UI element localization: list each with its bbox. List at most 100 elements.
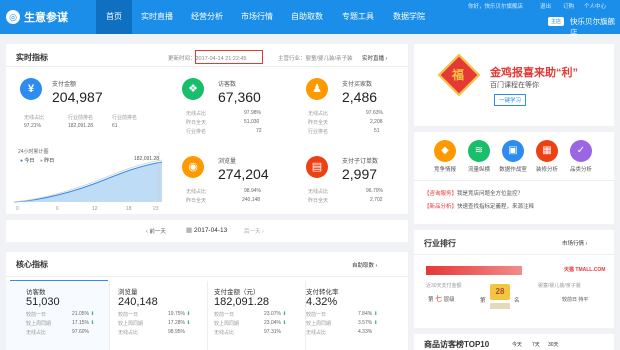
next-day-button[interactable]: 后一天 › xyxy=(244,227,264,235)
rank-title: 行业排行 xyxy=(424,239,456,248)
compare-label: 较上周同期 xyxy=(306,321,332,327)
metric-label-buyers: 支付买家数 xyxy=(342,82,373,88)
x-tick: 23 xyxy=(153,206,159,212)
metric-value-suborders: 2,997 xyxy=(342,166,378,182)
compare-value: 98.95% xyxy=(168,329,185,335)
sub-label: 昨日全天 xyxy=(308,120,329,126)
footprint-icon: ❖ xyxy=(182,78,204,100)
sub-value: 98.94% xyxy=(244,188,261,194)
core-value: 240,148 xyxy=(118,296,158,308)
core-label: 支付金额（元） xyxy=(214,289,260,296)
decoration-icon[interactable]: ▦ xyxy=(536,140,558,162)
user-icon: ♟ xyxy=(306,78,328,100)
order-link[interactable]: 订购 xyxy=(563,2,574,10)
level-text: 第 七 层级 xyxy=(428,296,455,303)
sub-label: 行业排名 xyxy=(186,129,207,135)
compare-label: 较上周同期 xyxy=(214,321,240,327)
tools-panel: ◆ 竞争情报 ≋ 流量纵横 ▣ 数据作战室 ▦ 装修分析 ✓ 品类分析 【咨询服… xyxy=(414,132,614,224)
down-arrow-icon: ⬇ xyxy=(186,320,191,326)
realtime-title: 实时指标 xyxy=(16,53,48,62)
logo[interactable]: ◎ 生意参谋 xyxy=(6,9,68,25)
promo-banner[interactable]: 福 金鸡报喜来助“利” 百门课程在等你 一键学习 xyxy=(414,44,614,126)
compare-label: 较前一日 xyxy=(306,312,327,318)
sub-value: 97.63% xyxy=(366,110,383,116)
promo-subtitle: 百门课程在等你 xyxy=(490,82,539,89)
nav-home[interactable]: 首页 xyxy=(96,0,132,34)
sub-value: 51 xyxy=(374,128,380,134)
industry-rank-panel: 行业排行 市场行情 › 天猫 TMALL.COM 近30天支付金额 婴童/婴儿装… xyxy=(414,230,614,328)
market-link[interactable]: 市场行情 › xyxy=(562,239,587,247)
core-label: 浏览量 xyxy=(118,289,138,296)
core-cell-payment[interactable]: 支付金额（元） 182,091.28 较前一日 23.07% ⬇ 较上周同期 2… xyxy=(208,281,306,350)
metric-label-visitors: 访客数 xyxy=(218,82,237,88)
logout-link[interactable]: 退出 xyxy=(540,2,551,10)
tool-label[interactable]: 流量纵横 xyxy=(463,165,495,173)
news-item[interactable]: 【咨询服务】我是竞店问题全方位监控？ xyxy=(424,189,523,197)
compare-value: 97.60% xyxy=(72,329,89,335)
down-arrow-icon: ⬇ xyxy=(373,320,378,326)
traffic-icon[interactable]: ≋ xyxy=(468,140,490,162)
down-arrow-icon: ⬇ xyxy=(90,320,95,326)
greeting-text: 你好，快乐贝尔旗舰店 xyxy=(468,4,524,10)
logo-icon: ◎ xyxy=(6,10,20,24)
compare-value: 7.84% ⬇ xyxy=(358,311,378,317)
metric-value-pageviews: 274,204 xyxy=(218,166,269,182)
shop-name[interactable]: 快乐贝尔旗舰店 xyxy=(570,16,620,38)
personal-center-link[interactable]: 个人中心 xyxy=(584,2,606,10)
compare-value: 4.33% xyxy=(358,329,373,335)
compare-label: 较前一日 xyxy=(26,312,47,318)
compare-label: 无线占比 xyxy=(118,330,139,336)
nav-self-query[interactable]: 自助取数 xyxy=(282,0,332,34)
prev-day-button[interactable]: ‹ 前一天 xyxy=(146,227,166,235)
redacted-shop-name xyxy=(426,266,522,275)
compare-label: 较前一日 xyxy=(118,312,139,318)
nav-business-analysis[interactable]: 经营分析 xyxy=(182,0,232,34)
nav-tools[interactable]: 专题工具 xyxy=(332,0,384,34)
date-navigator: ‹ 前一天 ▦ 2017-04-13 后一天 › xyxy=(6,220,408,242)
nav-realtime[interactable]: 实时直播 xyxy=(132,0,182,34)
core-cell-visitors[interactable]: 访客数 51,030 较前一日 21.05% ⬇ 较上周同期 17.15% ⬇ … xyxy=(6,281,110,350)
nav-academy[interactable]: 数据学院 xyxy=(384,0,434,34)
shop-badge: 主店 xyxy=(548,17,565,26)
rank-value-badge: 28 xyxy=(490,284,510,300)
tab-today[interactable]: 今天 xyxy=(512,341,522,348)
self-query-link[interactable]: 自助取数 › xyxy=(352,261,377,269)
tab-7days[interactable]: 7天 xyxy=(532,341,540,348)
core-cell-pageviews[interactable]: 浏览量 240,148 较前一日 19.75% ⬇ 较上周同期 17.28% ⬇… xyxy=(110,281,208,350)
down-arrow-icon: ⬇ xyxy=(186,311,191,317)
sub-label: 行业排名 xyxy=(308,129,329,135)
down-arrow-icon: ⬇ xyxy=(90,311,95,317)
sub-value: 51,030 xyxy=(244,119,260,125)
nav-market[interactable]: 市场行情 xyxy=(232,0,282,34)
news-item[interactable]: 【新品分析】快速查找指标定義程，来源注释 xyxy=(424,202,534,210)
sub-value: 240,148 xyxy=(242,197,261,203)
tool-label[interactable]: 装修分析 xyxy=(531,165,563,173)
metric-value-buyers: 2,486 xyxy=(342,89,378,105)
fortune-tag-text: 福 xyxy=(452,68,465,82)
core-value: 182,091.28 xyxy=(214,296,270,308)
tool-label[interactable]: 竞争情报 xyxy=(429,165,461,173)
core-value: 4.32% xyxy=(306,296,338,308)
tool-label[interactable]: 品类分析 xyxy=(565,165,597,173)
live-link[interactable]: 实时直播 › xyxy=(362,54,387,62)
war-room-icon[interactable]: ▣ xyxy=(502,140,524,162)
compare-value: 17.15% ⬇ xyxy=(72,320,95,326)
compare-value: 97.31% xyxy=(264,329,281,335)
competition-icon[interactable]: ◆ xyxy=(434,140,456,162)
date-display[interactable]: ▦ 2017-04-13 xyxy=(186,226,227,234)
sub-value: 2,702 xyxy=(370,197,383,203)
rank-industry: 婴童/婴儿装/亲子装 xyxy=(538,283,581,289)
metric-label-payment: 支付金额 xyxy=(52,82,77,88)
sub-value: 96.70% xyxy=(366,188,383,194)
compare-label: 较上周同期 xyxy=(118,321,144,327)
sub-label: 昨日全天 xyxy=(186,198,207,204)
x-tick: 12 xyxy=(92,206,98,212)
category-icon[interactable]: ✓ xyxy=(570,140,592,162)
x-tick: 6 xyxy=(56,206,59,212)
core-cell-conversion[interactable]: 支付转化率 4.32% 较前一日 7.84% ⬇ 较上周同期 3.57% ⬇ 无… xyxy=(306,281,408,350)
promo-title: 金鸡报喜来助“利” xyxy=(490,67,578,79)
tab-30days[interactable]: 30天 xyxy=(548,341,559,348)
learn-button[interactable]: 一键学习 xyxy=(494,94,527,106)
tool-label[interactable]: 数据作战室 xyxy=(497,165,529,173)
divider xyxy=(6,276,408,277)
